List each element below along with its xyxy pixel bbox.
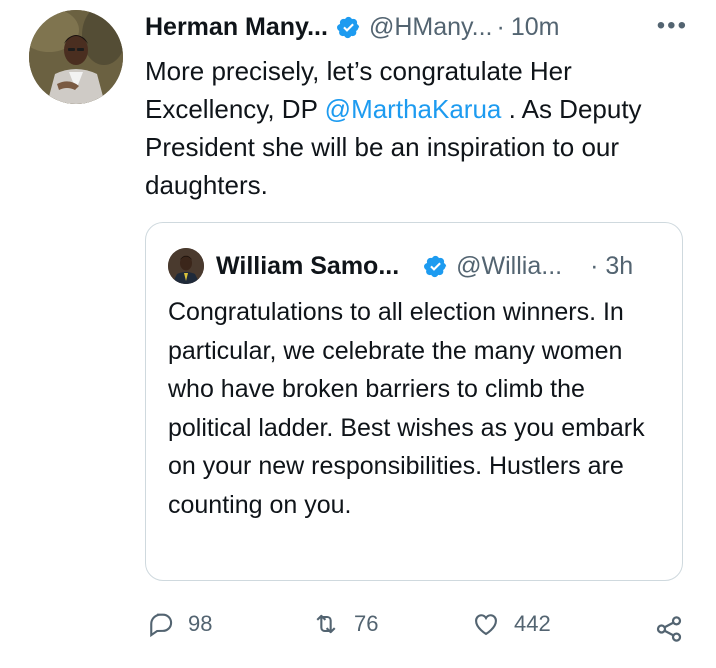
quoted-tweet-header: William Samo... @Willia... · 3h — [168, 248, 633, 284]
tweet-timestamp[interactable]: 10m — [511, 13, 560, 42]
like-icon — [475, 614, 497, 636]
quoted-author-handle[interactable]: @Willia... — [456, 252, 562, 281]
retweet-count: 76 — [354, 611, 379, 636]
reply-icon — [150, 613, 173, 638]
tweet-text: More precisely, let’s congratulate Her E… — [145, 52, 690, 204]
quoted-author-name[interactable]: William Samo... — [216, 252, 399, 281]
like-count: 442 — [514, 611, 551, 636]
author-handle[interactable]: @HMany... — [369, 13, 493, 42]
share-button[interactable] — [654, 614, 684, 649]
quoted-author-avatar — [168, 248, 204, 284]
author-avatar[interactable] — [29, 10, 123, 104]
tweet-header: Herman Many... @HMany... · 10m — [145, 8, 559, 46]
tweet-actions: 98 76 442 — [0, 604, 716, 648]
author-name[interactable]: Herman Many... — [145, 13, 328, 42]
quoted-time-value: 3h — [605, 251, 634, 280]
mention-link[interactable]: @MarthaKarua — [325, 94, 502, 124]
separator-dot: · — [496, 12, 505, 41]
like-button[interactable]: 442 — [472, 610, 551, 638]
more-icon[interactable]: ••• — [657, 12, 688, 40]
retweet-icon — [316, 614, 336, 634]
quoted-separator-dot: · — [590, 251, 599, 280]
verified-badge-icon — [336, 15, 361, 40]
reply-button[interactable]: 98 — [146, 610, 212, 638]
quoted-tweet-timestamp[interactable]: · 3h — [590, 252, 633, 281]
retweet-button[interactable]: 76 — [312, 610, 378, 638]
share-icon — [656, 616, 682, 642]
quoted-tweet-text: Congratulations to all election winners.… — [168, 298, 645, 519]
reply-count: 98 — [188, 611, 213, 636]
quoted-tweet-card[interactable]: William Samo... @Willia... · 3h Congratu… — [145, 222, 683, 581]
verified-badge-icon — [423, 254, 448, 279]
